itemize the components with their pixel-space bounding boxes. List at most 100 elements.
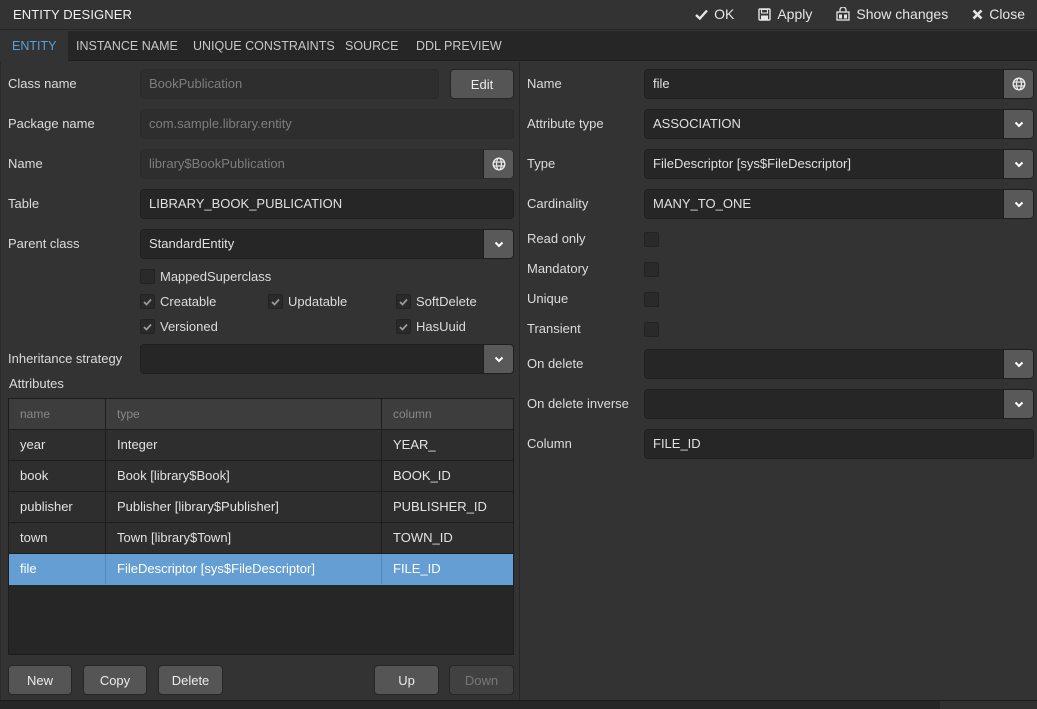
tab-source[interactable]: SOURCE bbox=[333, 31, 410, 61]
soft-delete-label: SoftDelete bbox=[416, 294, 477, 309]
parent-class-dropdown-button[interactable] bbox=[483, 230, 513, 258]
edit-class-name-button[interactable]: Edit bbox=[450, 69, 514, 99]
chevron-down-icon bbox=[1014, 161, 1023, 167]
window-actions: OK Apply Show changes Close bbox=[671, 6, 1025, 22]
tab-entity[interactable]: ENTITY bbox=[0, 31, 69, 61]
has-uuid-checkbox[interactable] bbox=[396, 319, 411, 334]
ok-label: OK bbox=[714, 6, 735, 22]
cell-type: Town [library$Town] bbox=[106, 523, 382, 553]
attributes-table: name type column year Integer YEAR_ book… bbox=[8, 398, 514, 655]
inheritance-strategy-dropdown-button[interactable] bbox=[483, 345, 513, 373]
type-dropdown-button[interactable] bbox=[1003, 150, 1033, 178]
creatable-checkbox[interactable] bbox=[140, 294, 155, 309]
cell-name: file bbox=[9, 554, 106, 584]
cell-column: BOOK_ID bbox=[393, 468, 451, 483]
transient-checkbox[interactable] bbox=[644, 322, 659, 337]
chevron-down-icon bbox=[494, 241, 503, 247]
transient-label: Transient bbox=[527, 321, 581, 336]
close-label: Close bbox=[989, 6, 1025, 22]
globe-icon bbox=[491, 157, 506, 171]
tab-instance-name[interactable]: INSTANCE NAME bbox=[64, 31, 190, 61]
horizontal-scrollbar[interactable] bbox=[0, 700, 1037, 709]
unique-checkbox[interactable] bbox=[644, 292, 659, 307]
cell-name: town bbox=[9, 523, 106, 553]
type-label: Type bbox=[527, 156, 556, 171]
entity-name-label: Name bbox=[8, 156, 43, 171]
column-label: Column bbox=[527, 436, 572, 451]
cardinality-select[interactable]: MANY_TO_ONE bbox=[644, 189, 1034, 219]
attribute-detail-panel: Name file Attribute type ASSOCIATION Typ… bbox=[519, 62, 1037, 700]
cell-type: Book [library$Book] bbox=[106, 461, 382, 491]
check-icon bbox=[271, 298, 280, 306]
unique-label: Unique bbox=[527, 291, 569, 306]
type-select[interactable]: FileDescriptor [sys$FileDescriptor] bbox=[644, 149, 1034, 179]
creatable-label: Creatable bbox=[160, 294, 217, 309]
check-icon bbox=[695, 9, 708, 20]
versioned-checkbox[interactable] bbox=[140, 319, 155, 334]
table-row[interactable]: publisher Publisher [library$Publisher] … bbox=[9, 492, 513, 523]
column-header-name[interactable]: name bbox=[9, 399, 106, 429]
column-header-type[interactable]: type bbox=[106, 399, 382, 429]
entity-name-field[interactable]: library$BookPublication bbox=[140, 149, 514, 179]
read-only-checkbox[interactable] bbox=[644, 232, 659, 247]
new-button[interactable]: New bbox=[8, 665, 72, 695]
package-name-field[interactable]: com.sample.library.entity bbox=[140, 109, 514, 139]
tab-unique-constraints[interactable]: UNIQUE CONSTRAINTS bbox=[181, 31, 347, 61]
save-icon bbox=[758, 7, 772, 21]
check-icon bbox=[399, 298, 408, 306]
attribute-type-dropdown-button[interactable] bbox=[1003, 110, 1033, 138]
up-button[interactable]: Up bbox=[374, 665, 439, 695]
parent-class-select[interactable]: StandardEntity bbox=[140, 229, 514, 259]
soft-delete-checkbox[interactable] bbox=[396, 294, 411, 309]
inheritance-strategy-select[interactable] bbox=[140, 344, 514, 374]
tab-ddl-preview[interactable]: DDL PREVIEW bbox=[404, 31, 514, 61]
close-button[interactable]: Close bbox=[972, 6, 1025, 22]
cell-type: Integer bbox=[106, 430, 382, 460]
table-row-selected[interactable]: file FileDescriptor [sys$FileDescriptor]… bbox=[9, 554, 513, 585]
package-name-label: Package name bbox=[8, 116, 95, 131]
copy-button[interactable]: Copy bbox=[83, 665, 147, 695]
cardinality-dropdown-button[interactable] bbox=[1003, 190, 1033, 218]
column-header-column[interactable]: column bbox=[382, 399, 513, 429]
globe-icon bbox=[1011, 77, 1026, 91]
cell-column: TOWN_ID bbox=[393, 530, 453, 545]
mapped-superclass-checkbox[interactable] bbox=[140, 269, 155, 284]
close-icon bbox=[972, 9, 983, 20]
on-delete-inverse-select[interactable] bbox=[644, 389, 1034, 419]
scrollbar-thumb[interactable] bbox=[940, 701, 1037, 709]
ok-button[interactable]: OK bbox=[695, 6, 734, 22]
table-label: Table bbox=[8, 196, 40, 211]
check-icon bbox=[399, 323, 408, 331]
table-field[interactable]: LIBRARY_BOOK_PUBLICATION bbox=[140, 189, 514, 219]
on-delete-dropdown-button[interactable] bbox=[1003, 350, 1033, 378]
chevron-down-icon bbox=[1014, 401, 1023, 407]
delete-button[interactable]: Delete bbox=[158, 665, 223, 695]
table-row[interactable]: book Book [library$Book] BOOK_ID bbox=[9, 461, 513, 492]
on-delete-inverse-dropdown-button[interactable] bbox=[1003, 390, 1033, 418]
updatable-checkbox[interactable] bbox=[268, 294, 283, 309]
show-changes-label: Show changes bbox=[856, 6, 949, 22]
chevron-down-icon bbox=[1014, 361, 1023, 367]
on-delete-select[interactable] bbox=[644, 349, 1034, 379]
apply-button[interactable]: Apply bbox=[758, 6, 812, 22]
localization-button[interactable] bbox=[483, 150, 513, 178]
table-row[interactable]: town Town [library$Town] TOWN_ID bbox=[9, 523, 513, 554]
column-field[interactable]: FILE_ID bbox=[644, 429, 1034, 459]
chevron-down-icon bbox=[494, 356, 503, 362]
on-delete-inverse-label: On delete inverse bbox=[527, 396, 629, 411]
attr-localization-button[interactable] bbox=[1003, 70, 1033, 98]
class-name-label: Class name bbox=[8, 76, 77, 91]
class-name-field[interactable]: BookPublication bbox=[140, 69, 439, 99]
inheritance-strategy-label: Inheritance strategy bbox=[8, 351, 123, 366]
mandatory-checkbox[interactable] bbox=[644, 262, 659, 277]
cell-type: FileDescriptor [sys$FileDescriptor] bbox=[106, 554, 382, 584]
attributes-label: Attributes bbox=[9, 376, 64, 391]
attribute-type-select[interactable]: ASSOCIATION bbox=[644, 109, 1034, 139]
attr-name-field[interactable]: file bbox=[644, 69, 1034, 99]
title-bar: ENTITY DESIGNER OK Apply Show changes Cl… bbox=[0, 0, 1037, 30]
chevron-down-icon bbox=[1014, 121, 1023, 127]
show-changes-button[interactable]: Show changes bbox=[836, 6, 948, 22]
cell-column: PUBLISHER_ID bbox=[393, 499, 487, 514]
down-button[interactable]: Down bbox=[449, 665, 514, 695]
table-row[interactable]: year Integer YEAR_ bbox=[9, 430, 513, 461]
